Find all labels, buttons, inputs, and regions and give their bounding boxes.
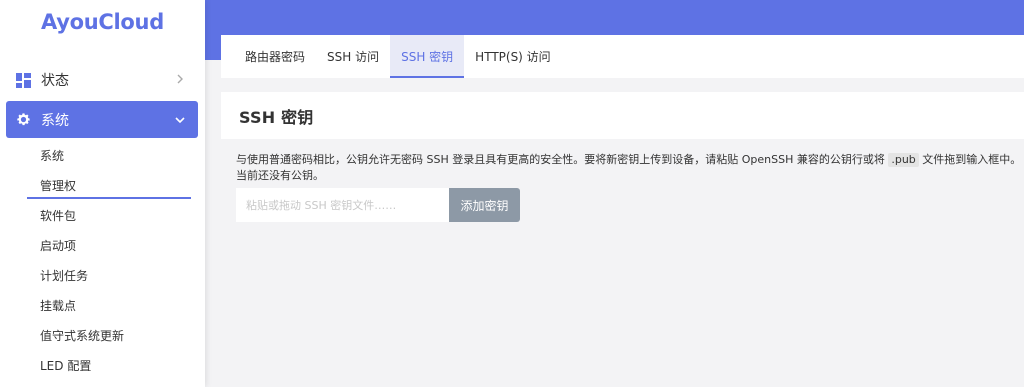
dashboard-icon (15, 72, 31, 88)
sidebar-item-status[interactable]: 状态 (6, 62, 198, 98)
submenu-item-admin[interactable]: 管理权 (40, 176, 76, 196)
tab-bar: 路由器密码 SSH 访问 SSH 密钥 HTTP(S) 访问 (221, 35, 1024, 78)
chevron-right-icon (170, 73, 190, 87)
submenu-item-mount-points[interactable]: 挂载点 (40, 296, 76, 316)
sidebar-item-system[interactable]: 系统 (6, 101, 198, 138)
submenu-item-system[interactable]: 系统 (40, 146, 64, 166)
submenu-item-startup[interactable]: 启动项 (40, 236, 76, 256)
submenu-item-attended-sysupgrade[interactable]: 值守式系统更新 (40, 326, 124, 346)
tab-ssh-access[interactable]: SSH 访问 (316, 35, 390, 78)
submenu-item-packages[interactable]: 软件包 (40, 206, 76, 226)
page-title: SSH 密钥 (239, 107, 314, 127)
brand-logo[interactable]: AyouCloud (0, 6, 205, 38)
tab-ssh-keys[interactable]: SSH 密钥 (390, 35, 465, 78)
sidebar-item-label: 状态 (41, 73, 69, 89)
add-key-button[interactable]: 添加密钥 (449, 188, 520, 222)
submenu-item-led-config[interactable]: LED 配置 (40, 356, 91, 376)
section-header: SSH 密钥 (221, 92, 1024, 139)
description-text: 与使用普通密码相比，公钥允许无密码 SSH 登录且具有更高的安全性。要将新密钥上… (236, 153, 885, 166)
sidebar-item-label: 系统 (41, 112, 69, 129)
tab-router-password[interactable]: 路由器密码 (234, 35, 316, 78)
chevron-down-icon (170, 113, 190, 127)
no-keys-message: 当前还没有公钥。 (236, 169, 324, 182)
gear-icon (15, 112, 31, 128)
ssh-key-input[interactable] (236, 188, 449, 222)
section-description: 与使用普通密码相比，公钥允许无密码 SSH 登录且具有更高的安全性。要将新密钥上… (236, 152, 1022, 184)
description-text-end: 文件拖到输入框中。 (922, 153, 1022, 166)
sidebar: AyouCloud 状态 系统 系统 管理权 软件包 启动项 计划任务 挂载点 … (0, 0, 205, 387)
tab-https-access[interactable]: HTTP(S) 访问 (464, 35, 562, 78)
submenu-item-scheduled-tasks[interactable]: 计划任务 (40, 266, 88, 286)
active-indicator (27, 197, 191, 199)
pub-extension-code: .pub (888, 153, 919, 167)
